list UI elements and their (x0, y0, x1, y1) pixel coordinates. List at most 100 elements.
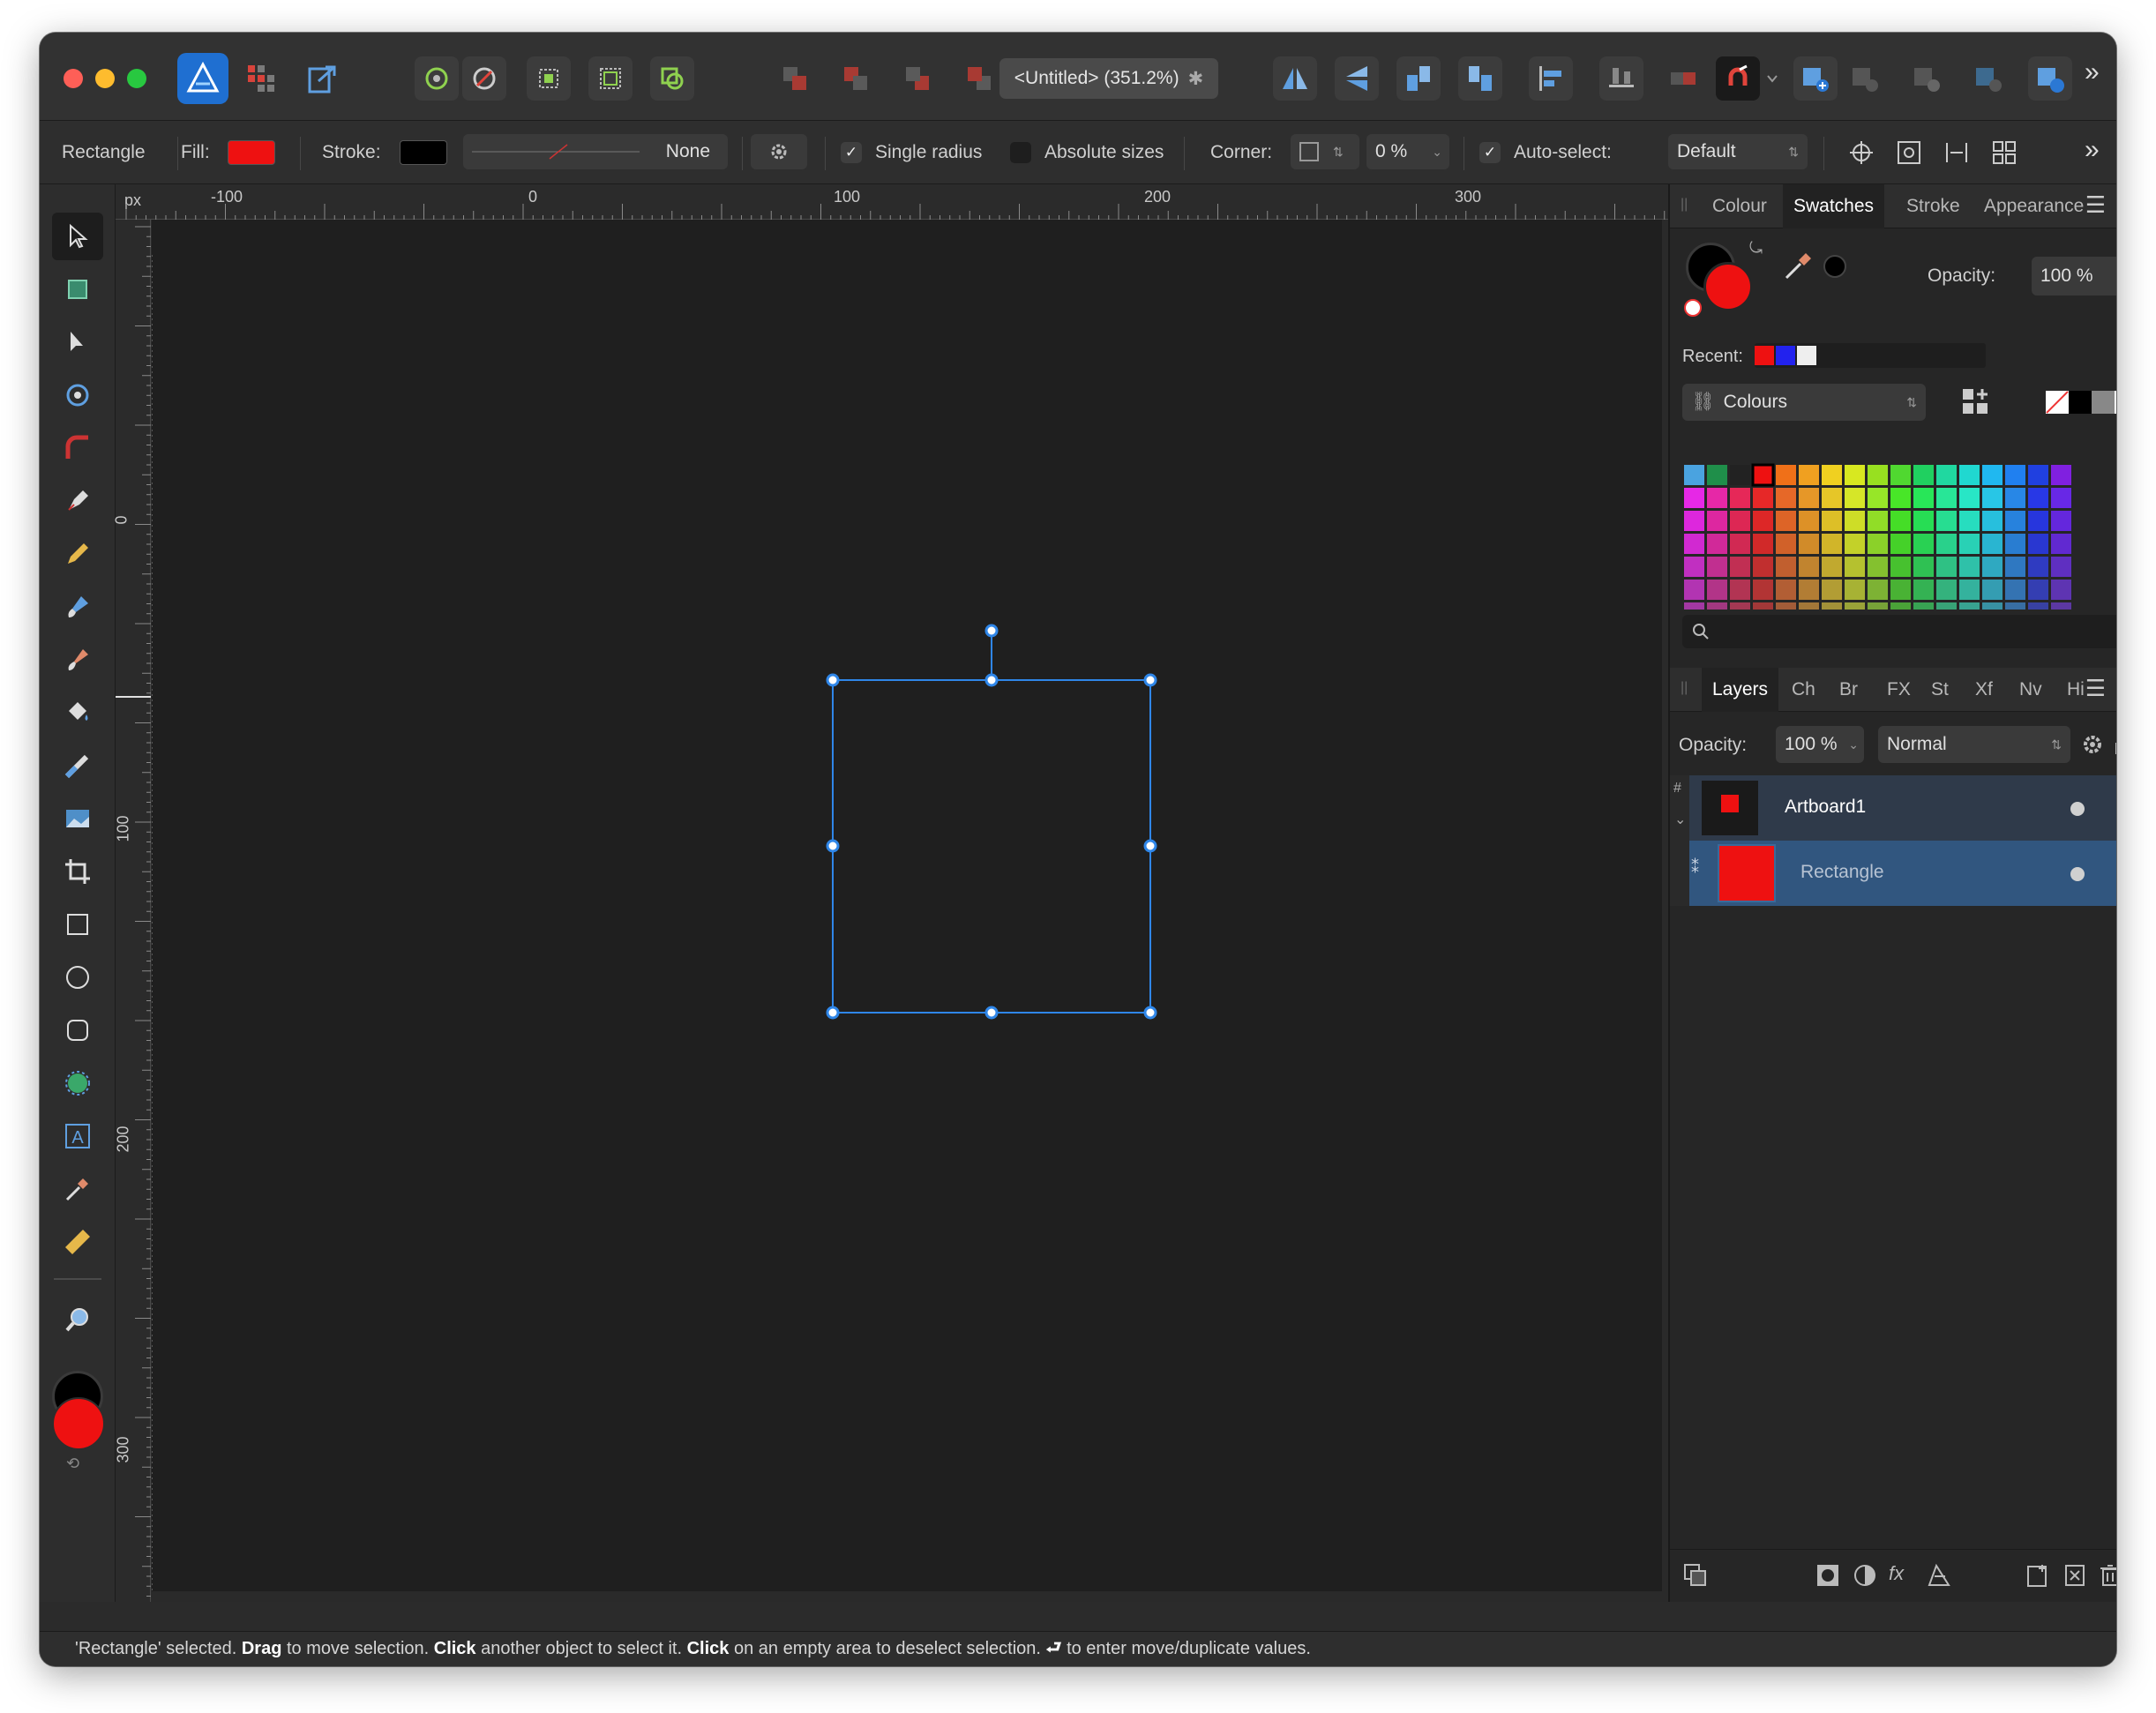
rotate-left-icon[interactable] (1396, 56, 1441, 101)
context-overflow-icon[interactable]: » (2085, 135, 2100, 165)
fill-tool-icon[interactable] (52, 689, 103, 737)
swap-colours-icon[interactable]: ⤿ (1749, 239, 1763, 258)
tab-navigator[interactable]: Nv (2009, 668, 2053, 712)
zoom-window-button[interactable] (127, 69, 146, 88)
vertical-scrollbar[interactable] (1662, 220, 1668, 1602)
tab-transform[interactable]: Xf (1965, 668, 2003, 712)
ellipse-tool-icon[interactable] (52, 954, 103, 1001)
rotation-handle[interactable] (984, 624, 999, 638)
xor-layer-icon[interactable] (1966, 56, 2010, 101)
black-swatch[interactable] (2069, 391, 2092, 414)
tab-swatches[interactable]: Swatches (1783, 184, 1885, 228)
layer-opacity-field[interactable]: 100 % ⌄ (1776, 726, 1864, 763)
designer-persona-icon[interactable] (177, 53, 228, 104)
colour-opacity-field[interactable]: 100 % ⌄ (2032, 257, 2116, 295)
rectangle-tool-icon[interactable] (52, 901, 103, 948)
resize-handle[interactable] (984, 673, 999, 687)
layer-row-rectangle[interactable]: ⁑ Rectangle (1670, 841, 2116, 906)
place-image-tool-icon[interactable] (52, 795, 103, 842)
visibility-dot-icon[interactable] (2070, 802, 2085, 816)
canvas[interactable] (152, 220, 1668, 1602)
add-group-icon[interactable] (2062, 1562, 2088, 1589)
flip-horizontal-icon[interactable] (1273, 56, 1317, 101)
subtract-layer-icon[interactable] (1843, 56, 1887, 101)
auto-select-dropdown[interactable]: Default ⇅ (1668, 134, 1808, 169)
fill-colour-well[interactable] (1703, 262, 1753, 311)
swatch-search-input[interactable] (1682, 615, 2116, 648)
shape-tool-icon[interactable] (52, 1059, 103, 1107)
tab-stroke[interactable]: Stroke (1896, 184, 1971, 228)
snapping-toggle-icon[interactable] (462, 56, 506, 101)
resize-handle[interactable] (826, 1006, 840, 1020)
intersect-layer-icon[interactable] (1905, 56, 1949, 101)
move-back-one-icon[interactable] (834, 56, 878, 101)
gear-icon[interactable] (2081, 733, 2104, 756)
stroke-style-field[interactable]: None (463, 134, 728, 169)
document-title-tab[interactable]: <Untitled> (351.2%) ✱ (999, 58, 1218, 99)
stroke-settings-button[interactable] (751, 134, 807, 169)
snapping-options-icon[interactable] (415, 56, 459, 101)
artboard-tool-icon[interactable] (52, 266, 103, 313)
move-tool-icon[interactable] (52, 213, 103, 260)
adjustment-layer-icon[interactable] (1852, 1562, 1878, 1589)
move-forward-one-icon[interactable] (895, 56, 940, 101)
crop-tool-icon[interactable] (52, 848, 103, 895)
align-left-icon[interactable] (1529, 56, 1573, 101)
point-transform-tool-icon[interactable] (52, 371, 103, 419)
resize-handle[interactable] (826, 673, 840, 687)
paint-brush-tool-icon[interactable] (52, 636, 103, 684)
grey-swatch[interactable] (2092, 391, 2115, 414)
pixel-persona-icon[interactable] (239, 56, 283, 101)
insert-inside-icon[interactable] (650, 56, 694, 101)
tab-brushes[interactable]: Br (1829, 668, 1868, 712)
boolean-dropdown-icon[interactable] (1762, 56, 1783, 101)
boolean-magnet-icon[interactable] (1716, 56, 1760, 101)
trash-icon[interactable] (2097, 1562, 2116, 1589)
tab-effects[interactable]: FX (1876, 668, 1921, 712)
document-close-icon[interactable]: ✱ (1188, 68, 1204, 90)
none-swatch[interactable] (2046, 391, 2069, 414)
add-swatch-icon[interactable] (1961, 387, 1991, 417)
divide-layer-icon[interactable] (2028, 56, 2072, 101)
panel-menu-icon[interactable]: ☰ (2085, 191, 2106, 219)
eyedropper-icon[interactable] (1781, 248, 1816, 283)
panel-menu-icon[interactable]: ☰ (2085, 675, 2106, 702)
vector-brush-tool-icon[interactable] (52, 583, 103, 631)
single-radius-checkbox[interactable]: ✓ (841, 142, 862, 163)
resize-handle[interactable] (1143, 1006, 1157, 1020)
rounded-rectangle-tool-icon[interactable] (52, 1006, 103, 1054)
live-filter-icon[interactable] (1926, 1562, 1952, 1589)
measure-tool-icon[interactable] (52, 1218, 103, 1266)
rectangle-shape[interactable] (832, 679, 1151, 1014)
resize-handle[interactable] (984, 1006, 999, 1020)
mask-layer-icon[interactable] (1815, 1562, 1841, 1589)
absolute-sizes-checkbox[interactable] (1010, 142, 1031, 163)
tab-layers[interactable]: Layers (1702, 668, 1779, 712)
node-tool-icon[interactable] (52, 318, 103, 366)
auto-select-checkbox[interactable]: ✓ (1479, 142, 1501, 163)
add-layer-icon[interactable] (1793, 56, 1838, 101)
lock-icon[interactable] (2113, 733, 2116, 756)
no-colour-icon[interactable] (1684, 299, 1702, 317)
minimize-window-button[interactable] (95, 69, 115, 88)
fill-swatch[interactable] (228, 140, 275, 165)
flip-vertical-icon[interactable] (1335, 56, 1379, 101)
palette-dropdown[interactable]: ⛓ Colours ⇅ (1682, 384, 1926, 421)
fx-icon[interactable]: fx (1889, 1562, 1904, 1585)
resize-handle[interactable] (1143, 673, 1157, 687)
insert-behind-icon[interactable] (527, 56, 571, 101)
show-bounding-box-icon[interactable] (1889, 132, 1929, 173)
picked-colour-swatch[interactable] (1823, 255, 1846, 278)
resize-handle[interactable] (826, 839, 840, 853)
blend-mode-dropdown[interactable]: Normal ⇅ (1878, 726, 2070, 763)
move-to-back-icon[interactable] (773, 56, 817, 101)
corner-type-select[interactable]: ⇅ (1291, 134, 1359, 169)
add-pixel-layer-icon[interactable] (2025, 1562, 2051, 1589)
zoom-tool-icon[interactable] (52, 1296, 103, 1343)
white-swatch[interactable] (2115, 391, 2116, 414)
swatch-grid[interactable] (1682, 463, 2088, 610)
corner-value-field[interactable]: 0 % ⌄ (1366, 134, 1449, 169)
boolean-add-icon[interactable] (1661, 56, 1705, 101)
toolbar-overflow-icon[interactable]: » (2085, 57, 2100, 87)
colour-picker-tool-icon[interactable] (52, 1165, 103, 1213)
